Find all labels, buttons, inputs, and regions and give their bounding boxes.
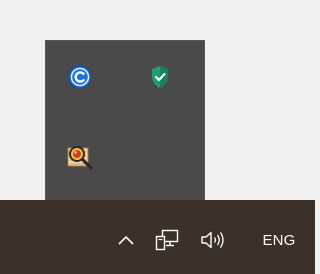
network-icon — [155, 229, 179, 251]
c-circle-app-icon — [68, 65, 92, 89]
network-button[interactable] — [150, 222, 184, 258]
shield-check-icon — [152, 66, 168, 88]
chevron-up-icon — [118, 235, 134, 245]
input-language-label: ENG — [262, 231, 296, 249]
input-language-button[interactable]: ENG — [252, 222, 306, 258]
tray-overflow-flyout — [45, 40, 205, 200]
magnifier-document-app-icon — [67, 146, 93, 170]
volume-button[interactable] — [196, 222, 236, 258]
tray-item-viewer-app[interactable] — [60, 137, 100, 177]
tray-item-c-app[interactable] — [60, 57, 100, 97]
speaker-icon — [201, 231, 224, 249]
show-hidden-icons-button[interactable] — [112, 222, 140, 258]
tray-item-security[interactable] — [140, 57, 180, 97]
